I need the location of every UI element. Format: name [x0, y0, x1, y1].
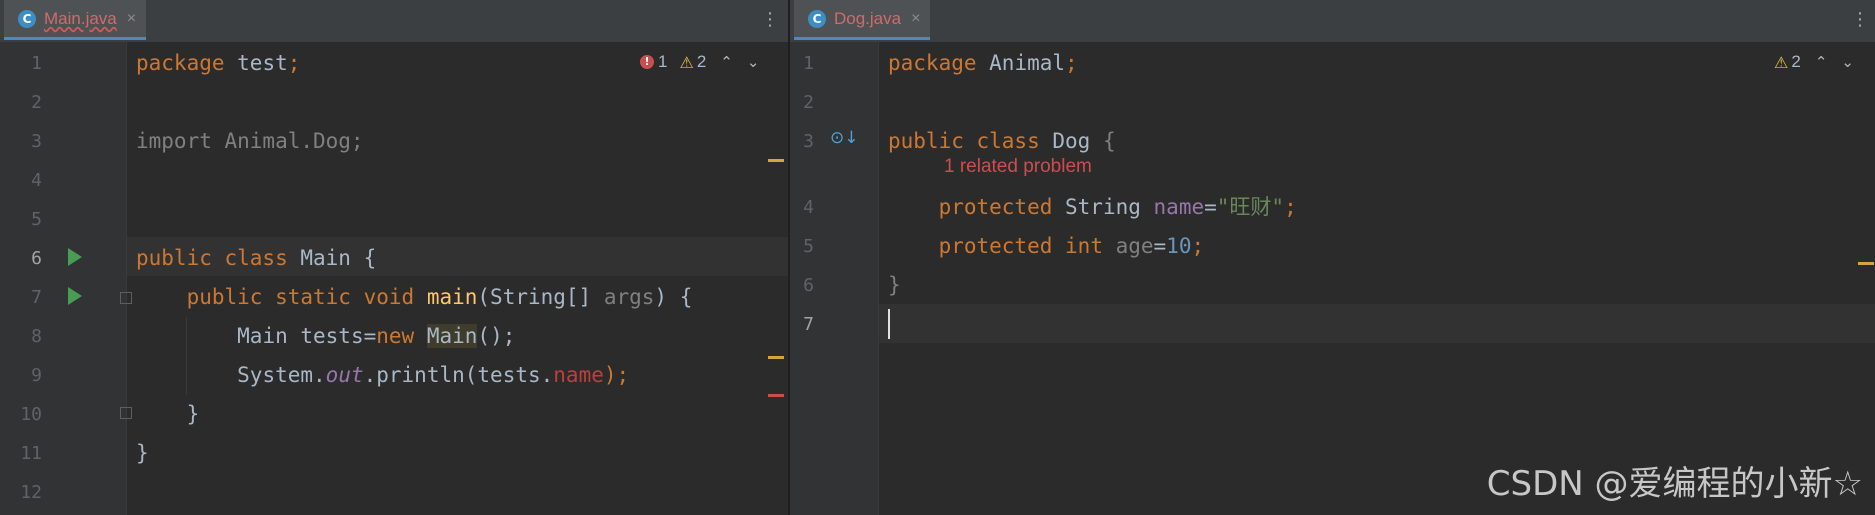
more-options-icon[interactable]: ⋮: [760, 8, 780, 32]
gutter: 1 2 3 4 5 6 7 ⊙↓: [790, 42, 879, 515]
warning-count: 2: [1791, 52, 1801, 71]
code-line-1: package Animal;: [888, 51, 1078, 75]
chevron-down-icon[interactable]: ⌄: [747, 53, 760, 71]
error-icon: !: [640, 55, 654, 69]
gutter: 1 2 3 4 5 6 7 8 9 10 11 12: [0, 42, 132, 515]
tab-label: Main.java: [44, 8, 117, 28]
code-line-9: System.out.println(tests.name);: [237, 363, 630, 387]
line-number: 5: [803, 236, 814, 257]
error-stripe-marker[interactable]: [768, 394, 784, 397]
line-number: 12: [20, 482, 42, 503]
line-number: 9: [31, 365, 42, 386]
java-class-icon: C: [808, 9, 826, 28]
code-line-6: public class Main {: [136, 246, 377, 270]
line-number: 2: [31, 92, 42, 113]
more-options-icon[interactable]: ⋮: [1850, 8, 1870, 32]
editor-pane-main: C Main.java × ⋮ 1 2 3 4 5 6 7 8 9 10 11 …: [0, 0, 788, 515]
related-problem-link[interactable]: 1 related problem: [944, 156, 1092, 178]
line-number: 1: [803, 53, 814, 74]
code-line-5: protected int age=10;: [938, 234, 1205, 258]
line-number: 7: [803, 314, 814, 335]
chevron-up-icon[interactable]: ⌃: [1815, 53, 1828, 71]
line-number: 10: [20, 404, 42, 425]
watermark: CSDN @爱编程的小新☆: [1486, 464, 1863, 504]
run-icon[interactable]: [68, 287, 82, 305]
line-number: 11: [20, 443, 42, 464]
warning-stripe-marker[interactable]: [768, 159, 784, 162]
fold-icon[interactable]: [120, 292, 132, 304]
warning-icon: ⚠: [1774, 52, 1789, 72]
inspection-widget[interactable]: ⚠ 2 ⌃ ⌄: [1774, 52, 1854, 72]
error-count: 1: [658, 52, 668, 71]
warning-icon: ⚠: [679, 52, 694, 72]
current-line-highlight: [878, 304, 1875, 343]
warning-stripe-marker[interactable]: [1858, 262, 1874, 265]
line-number: 6: [31, 248, 42, 269]
run-icon[interactable]: [68, 248, 82, 266]
tab-bar-left: C Main.java × ⋮: [0, 0, 788, 43]
line-number: 6: [803, 275, 814, 296]
editor-pane-dog: C Dog.java × ⋮ 1 2 3 4 5 6 7 ⊙↓ package …: [790, 0, 1875, 515]
code-line-4: protected String name="旺财";: [938, 195, 1297, 219]
tab-label: Dog.java: [834, 8, 902, 28]
code-line-8: Main tests=new Main();: [237, 324, 516, 348]
implemented-icon[interactable]: ⊙↓: [830, 128, 859, 148]
code-line-7: public static void main(String[] args) {: [186, 285, 693, 309]
code-line-11: }: [136, 441, 149, 465]
text-caret: [888, 309, 890, 339]
code-line-6: }: [888, 273, 901, 297]
chevron-up-icon[interactable]: ⌃: [720, 53, 733, 71]
close-icon[interactable]: ×: [127, 10, 136, 28]
tab-main-java[interactable]: C Main.java ×: [4, 0, 147, 40]
warning-stripe-marker[interactable]: [768, 356, 784, 359]
line-number: 4: [803, 197, 814, 218]
line-number: 5: [31, 209, 42, 230]
line-number: 2: [803, 92, 814, 113]
line-number: 1: [31, 53, 42, 74]
ide-window: C Main.java × ⋮ 1 2 3 4 5 6 7 8 9 10 11 …: [0, 0, 1875, 515]
code-editor-main[interactable]: 1 2 3 4 5 6 7 8 9 10 11 12 package test;: [0, 42, 788, 515]
line-number: 3: [803, 131, 814, 152]
line-number: 7: [31, 287, 42, 308]
code-line-10: }: [136, 402, 200, 426]
line-number: 4: [31, 170, 42, 191]
tab-dog-java[interactable]: C Dog.java ×: [794, 0, 931, 40]
line-number: 8: [31, 326, 42, 347]
warning-count: 2: [696, 52, 707, 71]
chevron-down-icon[interactable]: ⌄: [1841, 53, 1854, 71]
line-number: 3: [31, 131, 42, 152]
fold-icon[interactable]: [120, 407, 132, 419]
code-line-1: package test;: [136, 51, 301, 75]
tab-bar-right: C Dog.java × ⋮: [790, 0, 1875, 43]
code-editor-dog[interactable]: 1 2 3 4 5 6 7 ⊙↓ package Animal; public …: [790, 42, 1875, 515]
java-class-icon: C: [18, 9, 36, 28]
code-line-3: import Animal.Dog;: [136, 129, 364, 153]
close-icon[interactable]: ×: [911, 10, 920, 28]
inspection-widget[interactable]: ! 1 ⚠ 2 ⌃ ⌄: [640, 52, 759, 72]
